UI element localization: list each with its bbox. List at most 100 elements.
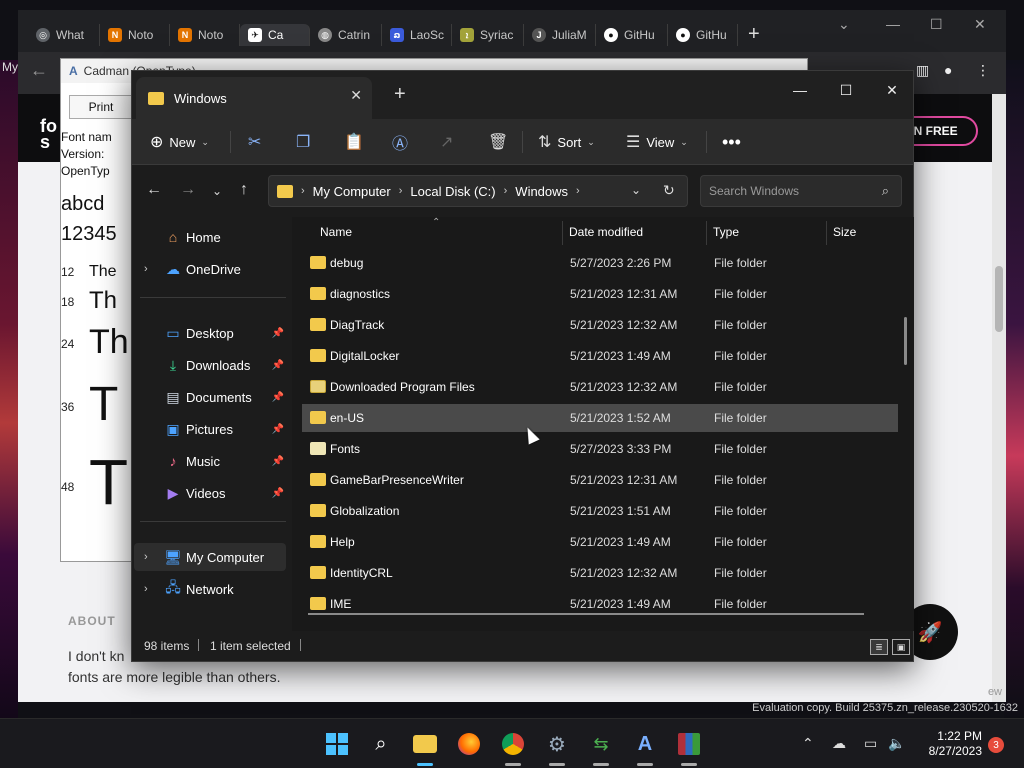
address-bar[interactable]: › My Computer › Local Disk (C:) › Window… xyxy=(268,175,688,207)
sidebar-icon[interactable]: ▥ xyxy=(916,62,929,79)
paste-button[interactable]: 📋 xyxy=(344,127,364,157)
browser-tab[interactable]: ◎ What xyxy=(28,24,100,46)
new-tab-button[interactable]: + xyxy=(394,83,406,106)
table-row[interactable]: Downloaded Program Files 5/21/2023 12:32 … xyxy=(302,373,898,401)
view-button[interactable]: ☰ View ⌄ xyxy=(626,127,688,157)
cloud-offline-icon[interactable]: ☁ xyxy=(832,735,846,752)
cut-button[interactable]: ✂ xyxy=(248,127,261,157)
column-header-type[interactable]: Type xyxy=(713,225,739,239)
delete-button[interactable]: 🗑 xyxy=(488,127,508,157)
monitor-icon[interactable]: ▭ xyxy=(864,735,877,752)
windows-start-icon[interactable] xyxy=(324,731,350,757)
minimize-icon[interactable]: — xyxy=(777,75,823,105)
copy-button[interactable]: ❐ xyxy=(296,127,310,157)
sidebar-item-home[interactable]: ⌂ Home xyxy=(134,223,286,251)
table-row[interactable]: debug 5/27/2023 2:26 PM File folder xyxy=(302,249,898,277)
refresh-icon[interactable]: ↻ xyxy=(663,182,675,199)
browser-tab-active[interactable]: ✈ Ca xyxy=(240,24,310,46)
breadcrumb-local-disk[interactable]: Local Disk (C:) xyxy=(410,184,495,199)
column-header-name[interactable]: Name xyxy=(320,225,352,239)
firefox-icon[interactable] xyxy=(456,731,482,757)
table-row[interactable]: IdentityCRL 5/21/2023 12:32 AM File folder xyxy=(302,559,898,587)
sidebar-item-network[interactable]: › 🖧 Network xyxy=(134,575,286,603)
table-row[interactable]: DiagTrack 5/21/2023 12:32 AM File folder xyxy=(302,311,898,339)
sidebar-item-downloads[interactable]: ⤓ Downloads 📌 xyxy=(134,351,286,379)
browser-tab[interactable]: ລ LaoSc xyxy=(382,24,452,46)
sidebar-item-videos[interactable]: ▶ Videos 📌 xyxy=(134,479,286,507)
archive-icon[interactable] xyxy=(676,731,702,757)
browser-tab[interactable]: ܐ Syriac xyxy=(452,24,524,46)
maximize-icon[interactable]: ☐ xyxy=(823,75,869,105)
sidebar-item-pictures[interactable]: ▣ Pictures 📌 xyxy=(134,415,286,443)
font-viewer-icon[interactable]: A xyxy=(632,731,658,757)
browser-tab[interactable]: ● GitHu xyxy=(668,24,738,46)
menu-icon[interactable]: ⋮ xyxy=(976,62,990,79)
profile-icon[interactable]: ● xyxy=(944,62,952,78)
chevron-down-icon[interactable]: ⌄ xyxy=(631,183,641,197)
file-explorer-icon[interactable] xyxy=(412,731,438,757)
clock[interactable]: 1:22 PM 8/27/2023 xyxy=(920,729,982,759)
column-header-date[interactable]: Date modified xyxy=(569,225,643,239)
browser-scrollbar[interactable] xyxy=(992,94,1006,702)
print-button[interactable]: Print xyxy=(69,95,133,119)
explorer-tab[interactable]: Windows ✕ xyxy=(136,77,372,119)
sort-button[interactable]: ⇅ Sort ⌄ xyxy=(538,127,595,157)
notification-badge[interactable]: 3 xyxy=(988,737,1004,753)
browser-tab[interactable]: ● GitHu xyxy=(596,24,668,46)
minimize-icon[interactable]: — xyxy=(886,16,900,32)
sidebar-item-documents[interactable]: ▤ Documents 📌 xyxy=(134,383,286,411)
chevron-right-icon[interactable]: › xyxy=(144,263,148,275)
settings-gear-icon[interactable]: ⚙ xyxy=(544,731,570,757)
table-row[interactable]: diagnostics 5/21/2023 12:31 AM File folder xyxy=(302,280,898,308)
close-icon[interactable]: ✕ xyxy=(974,16,986,33)
sidebar-item-onedrive[interactable]: › ☁ OneDrive xyxy=(134,255,286,283)
column-header-size[interactable]: Size xyxy=(833,225,856,239)
maximize-icon[interactable]: ☐ xyxy=(930,16,943,33)
network-manager-icon[interactable]: ⇆ xyxy=(588,731,614,757)
browser-tab[interactable]: ◍ Catrin xyxy=(310,24,382,46)
sidebar-item-desktop[interactable]: ▭ Desktop 📌 xyxy=(134,319,286,347)
table-row[interactable]: Globalization 5/21/2023 1:51 AM File folde… xyxy=(302,497,898,525)
more-options-button[interactable]: ••• xyxy=(722,127,741,157)
up-arrow-icon[interactable]: ↑ xyxy=(240,181,248,199)
chevron-right-icon[interactable]: › xyxy=(144,551,148,563)
scroll-thumb[interactable] xyxy=(995,266,1003,332)
close-tab-icon[interactable]: ✕ xyxy=(350,87,362,104)
search-input[interactable]: Search Windows ⌕ xyxy=(700,175,902,207)
tiles-view-icon[interactable]: ▣ xyxy=(892,639,910,655)
column-divider[interactable] xyxy=(826,221,827,245)
table-row[interactable]: GameBarPresenceWriter 5/21/2023 12:31 AM F… xyxy=(302,466,898,494)
chevron-right-icon[interactable]: › xyxy=(144,583,148,595)
recent-locations-icon[interactable]: ⌄ xyxy=(212,184,222,198)
back-arrow-icon[interactable]: ← xyxy=(30,60,48,81)
chrome-icon[interactable] xyxy=(500,731,526,757)
table-row[interactable]: DigitalLocker 5/21/2023 1:49 AM File folde… xyxy=(302,342,898,370)
breadcrumb-my-computer[interactable]: My Computer xyxy=(313,184,391,199)
vertical-scrollbar[interactable] xyxy=(904,317,907,365)
browser-tab[interactable]: N Noto xyxy=(170,24,240,46)
forward-arrow-icon[interactable]: → xyxy=(180,181,196,199)
table-row-selected[interactable]: en-US 5/21/2023 1:52 AM File folder xyxy=(302,404,898,432)
new-button[interactable]: ⊕ New ⌄ xyxy=(150,127,209,157)
site-logo[interactable]: fo s xyxy=(40,117,57,151)
sidebar-item-my-computer[interactable]: › 🖥 My Computer xyxy=(134,543,286,571)
chevron-down-icon[interactable]: ⌄ xyxy=(838,16,850,33)
share-button[interactable]: ↗ xyxy=(440,127,453,157)
column-divider[interactable] xyxy=(562,221,563,245)
new-tab-button[interactable]: + xyxy=(748,24,760,44)
table-row[interactable]: Help 5/21/2023 1:49 AM File folder xyxy=(302,528,898,556)
column-divider[interactable] xyxy=(706,221,707,245)
back-arrow-icon[interactable]: ← xyxy=(146,181,162,199)
chevron-up-icon[interactable]: ⌃ xyxy=(802,735,814,752)
breadcrumb-windows[interactable]: Windows xyxy=(515,184,568,199)
horizontal-scrollbar[interactable] xyxy=(308,613,864,615)
table-row[interactable]: Fonts 5/27/2023 3:33 PM File folder xyxy=(302,435,898,463)
details-view-icon[interactable]: ≣ xyxy=(870,639,888,655)
sidebar-item-music[interactable]: ♪ Music 📌 xyxy=(134,447,286,475)
rename-button[interactable]: Ⓐ xyxy=(392,127,408,157)
close-icon[interactable]: ✕ xyxy=(869,75,915,105)
browser-tab[interactable]: J JuliaM xyxy=(524,24,596,46)
search-icon[interactable]: ⌕ xyxy=(368,731,394,757)
speaker-icon[interactable]: 🔈 xyxy=(888,735,905,752)
browser-tab[interactable]: N Noto xyxy=(100,24,170,46)
